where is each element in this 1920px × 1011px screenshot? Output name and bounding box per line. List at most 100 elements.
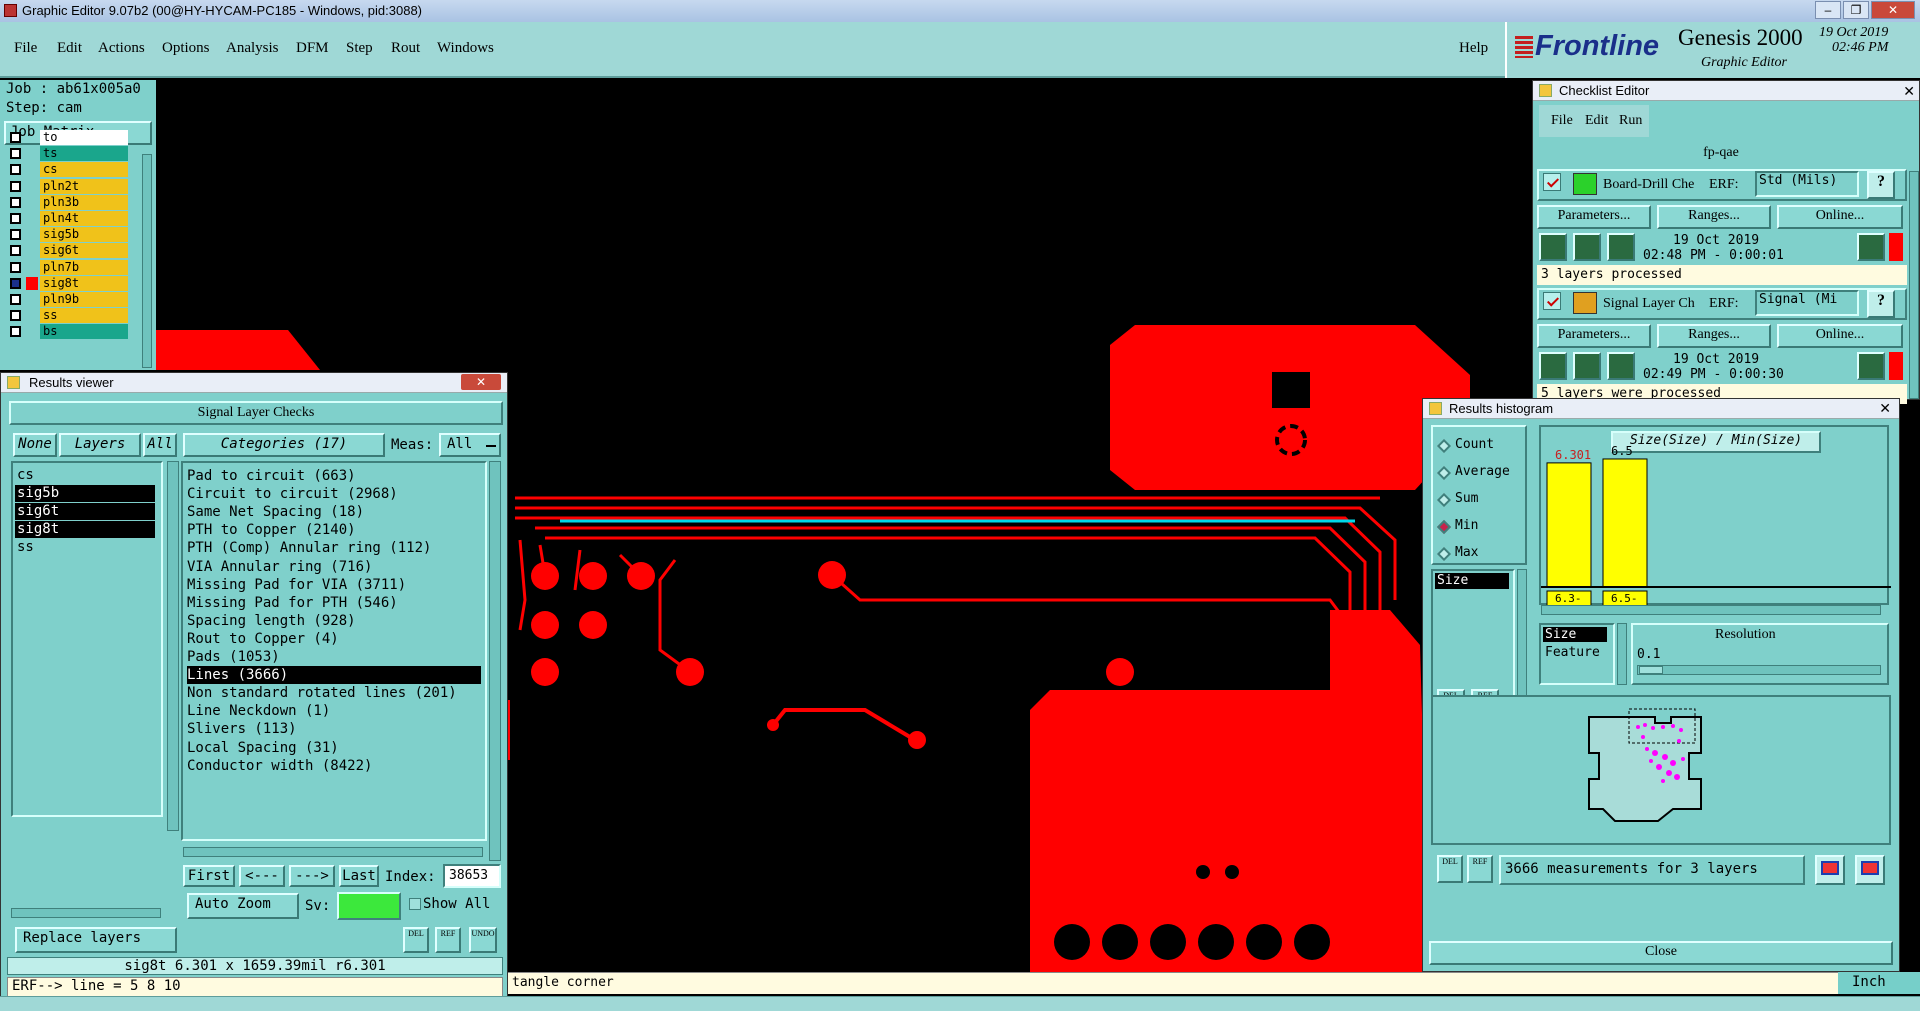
layer-name[interactable]: ss [40,308,128,324]
category-item[interactable]: PTH (Comp) Annular ring (112) [187,539,481,557]
axis-feature-item[interactable]: Feature [1545,645,1600,660]
layer-name[interactable]: sig8t [40,275,128,291]
run-icon[interactable] [1573,233,1601,261]
layer-row[interactable]: sig5b [6,227,128,243]
run-icon[interactable] [1539,352,1567,380]
none-button[interactable]: None [13,433,57,457]
meas-select[interactable]: All [439,433,501,457]
close-histogram-button[interactable]: ✕ [1879,400,1891,417]
result-layer-item[interactable]: sig8t [15,521,155,538]
result-layer-item[interactable]: sig6t [15,503,155,520]
menu-options[interactable]: Options [162,40,210,57]
stat-option-label[interactable]: Max [1455,545,1478,560]
layer-name[interactable]: to [40,130,128,145]
result-layer-item[interactable]: sig5b [15,485,155,502]
maximize-button[interactable]: ❐ [1843,1,1869,19]
close-window-button[interactable]: ✕ [1871,1,1915,19]
layer-name[interactable]: pln3b [40,194,128,210]
stat-option-label[interactable]: Average [1455,464,1510,479]
layer-name[interactable]: bs [40,324,128,340]
run-icon[interactable] [1607,233,1635,261]
layer-name[interactable]: pln2t [40,178,128,194]
layer-checkbox[interactable] [10,132,21,143]
layer-row[interactable]: ss [6,308,128,324]
stat-option-label[interactable]: Count [1455,437,1494,452]
axis-size-item[interactable]: Size [1543,627,1607,642]
category-item[interactable]: PTH to Copper (2140) [187,521,481,539]
menu-analysis[interactable]: Analysis [226,40,279,57]
layer-checkbox[interactable] [10,196,21,208]
del-button[interactable]: DEL [403,927,429,953]
layer-row[interactable]: pln2t [6,178,128,194]
category-scrollbar[interactable] [489,461,501,861]
minimize-button[interactable]: – [1815,1,1841,19]
category-item[interactable]: Missing Pad for VIA (3711) [187,576,481,594]
result-layer-item[interactable]: ss [15,539,155,556]
layer-checkbox[interactable] [10,326,21,338]
axis-selector-scrollbar[interactable] [1617,623,1627,685]
run-icon[interactable] [1539,233,1567,261]
layer-row[interactable]: cs [6,162,128,178]
cl-menu-run[interactable]: Run [1619,113,1642,129]
field-list-item[interactable]: Size [1435,573,1509,589]
layers-button[interactable]: Layers [59,433,141,457]
chart-icon-button-1[interactable] [1815,855,1845,885]
categories-button[interactable]: Categories (17) [183,433,385,457]
zoom-icon[interactable] [1857,352,1885,380]
category-h-scrollbar[interactable] [183,847,483,857]
layer-checkbox[interactable] [10,261,21,273]
histogram-close-button[interactable]: Close [1429,941,1893,965]
layer-checkbox[interactable] [10,180,21,192]
last-button[interactable]: Last [339,865,379,887]
histogram-bar[interactable] [1602,458,1648,588]
checklist-scrollbar[interactable] [1909,171,1919,399]
all-button[interactable]: All [143,433,177,457]
layer-name[interactable]: cs [40,162,128,178]
layer-checkbox[interactable] [10,245,21,257]
category-item[interactable]: Missing Pad for PTH (546) [187,594,481,612]
close-results-viewer-button[interactable]: ✕ [461,374,501,390]
close-checklist-button[interactable]: ✕ [1903,83,1915,100]
layer-name[interactable]: sig6t [40,243,128,259]
category-item[interactable]: Conductor width (8422) [187,757,481,775]
layer-row[interactable]: ts [6,146,128,162]
online-button[interactable]: Online... [1777,324,1903,348]
menu-file[interactable]: File [14,40,37,57]
erf-select[interactable]: Std (Mils) [1755,171,1859,197]
layer-checkbox[interactable] [10,277,21,289]
layer-row[interactable]: pln3b [6,194,128,210]
histogram-bar[interactable] [1546,462,1592,588]
layer-checkbox[interactable] [10,294,21,305]
result-layer-item[interactable]: cs [15,467,155,484]
layer-name[interactable]: pln7b [40,259,128,275]
category-item[interactable]: VIA Annular ring (716) [187,558,481,576]
ranges-button[interactable]: Ranges... [1657,324,1771,348]
ref-button[interactable]: REF [435,927,461,953]
category-item[interactable]: Circuit to circuit (2968) [187,485,481,503]
layer-row[interactable]: pln7b [6,259,128,275]
zoom-icon[interactable] [1857,233,1885,261]
layer-row[interactable]: sig6t [6,243,128,259]
check-enabled-checkbox[interactable] [1543,173,1561,191]
menu-edit[interactable]: Edit [57,40,82,57]
category-item[interactable]: Pad to circuit (663) [187,467,481,485]
layer-checkbox[interactable] [10,164,21,176]
menu-windows[interactable]: Windows [437,40,494,57]
category-item[interactable]: Lines (3666) [187,666,481,685]
layer-list-scrollbar[interactable] [142,154,152,368]
layer-row[interactable]: sig8t [6,275,128,291]
histogram-h-scrollbar[interactable] [1541,605,1881,615]
layer-result-scrollbar[interactable] [167,461,179,831]
menu-dfm[interactable]: DFM [296,40,329,57]
layer-name[interactable]: pln9b [40,292,128,307]
category-item[interactable]: Rout to Copper (4) [187,630,481,648]
menu-step[interactable]: Step [346,40,373,57]
check-help-button[interactable]: ? [1867,290,1895,318]
category-item[interactable]: Pads (1053) [187,648,481,666]
layer-checkbox[interactable] [10,310,21,322]
replace-layers-button[interactable]: Replace layers [15,927,177,953]
first-button[interactable]: First [183,865,235,887]
layer-name[interactable]: pln4t [40,211,128,226]
category-item[interactable]: Same Net Spacing (18) [187,503,481,521]
menu-rout[interactable]: Rout [391,40,420,57]
